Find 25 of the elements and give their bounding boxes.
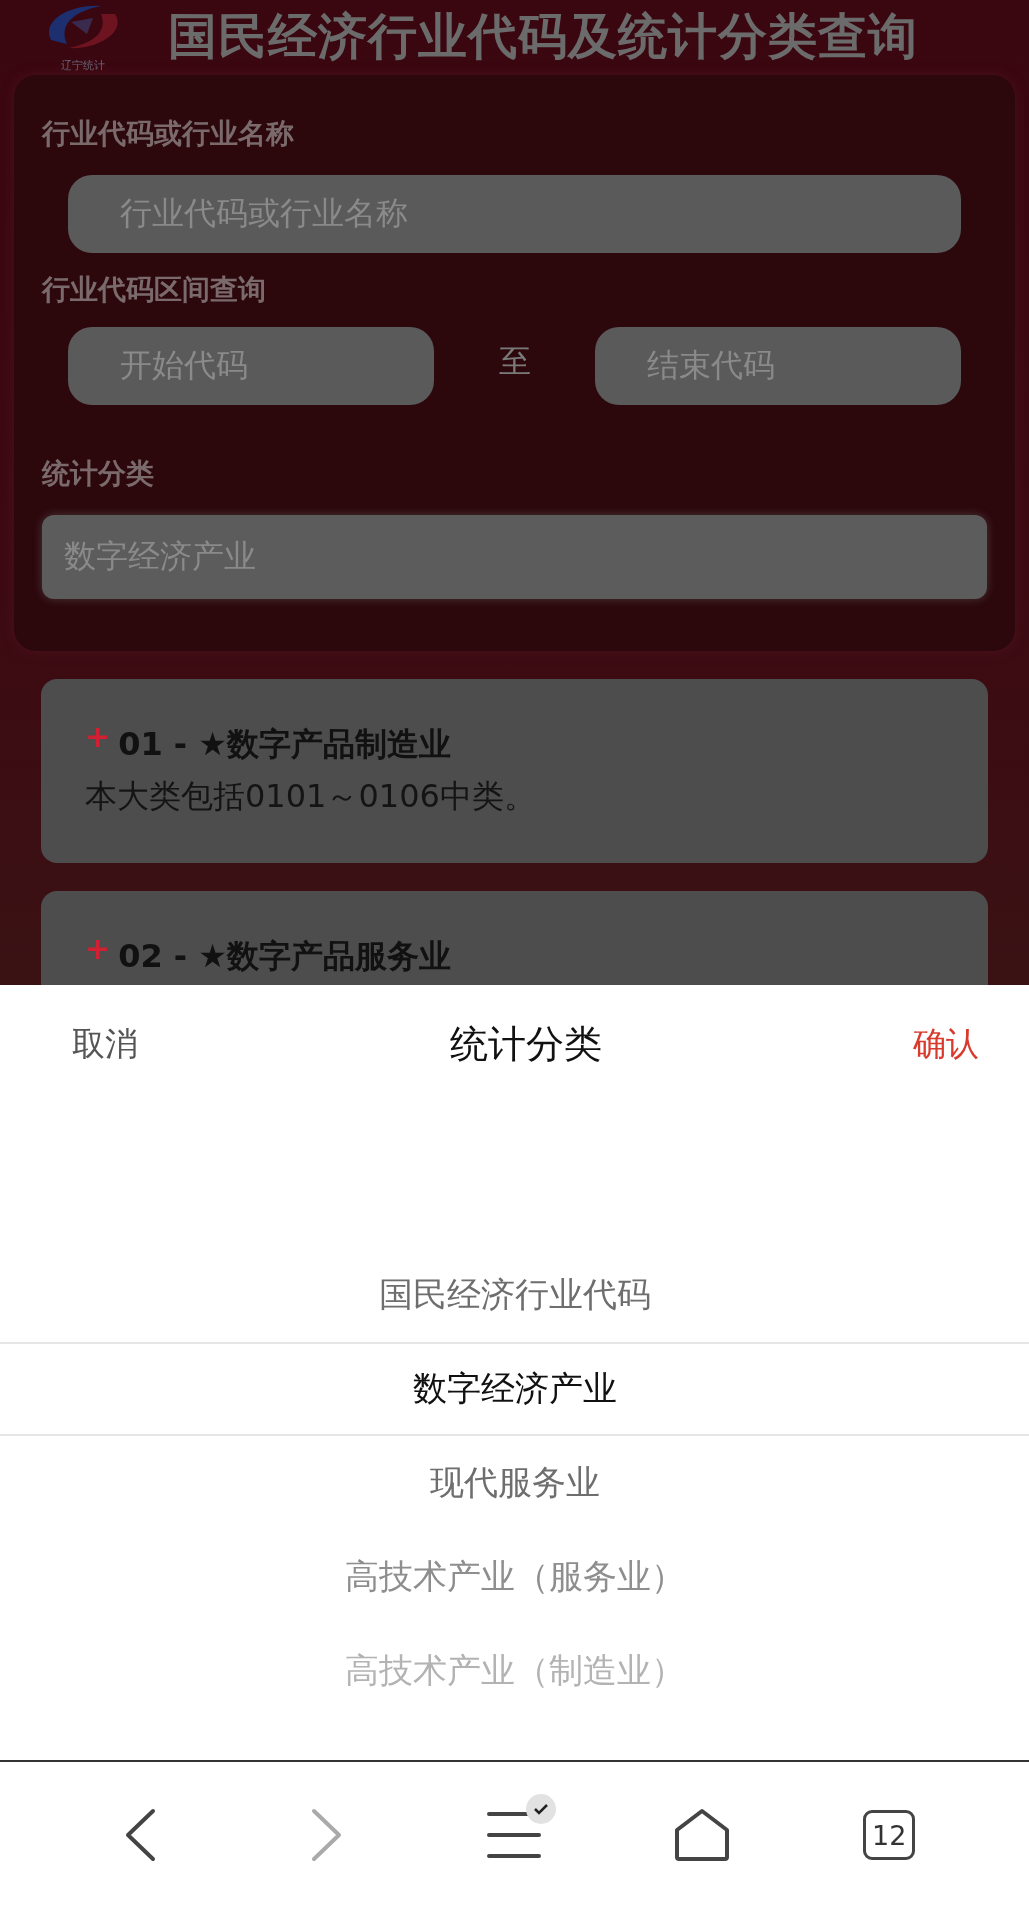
logo-text: 辽宁统计 xyxy=(61,58,105,73)
picker-option[interactable]: 高技术产业（服务业） xyxy=(0,1529,1029,1624)
field-label: 行业代码区间查询 xyxy=(42,272,267,308)
picker-option[interactable]: 国民经济行业代码 xyxy=(0,1247,1029,1342)
expand-symbol[interactable]: + xyxy=(85,723,111,751)
card-title: 02 - ★数字产品服务业 xyxy=(118,936,451,977)
menu-icon[interactable] xyxy=(487,1810,542,1860)
card-title: 01 - ★数字产品制造业 xyxy=(118,724,451,765)
field-label: 统计分类 xyxy=(42,456,155,492)
picker-title: 统计分类 xyxy=(449,1020,602,1068)
picker-option[interactable]: 高技术产业（制造业） xyxy=(0,1623,1029,1718)
field-label: 行业代码或行业名称 xyxy=(42,116,295,152)
range-separator: 至 xyxy=(497,341,532,382)
picker-option[interactable]: 数字经济产业 xyxy=(0,1341,1029,1436)
tab-count-button[interactable]: 12 xyxy=(863,1810,916,1860)
expand-symbol[interactable]: + xyxy=(85,935,111,963)
picker-option[interactable]: 现代服务业 xyxy=(0,1435,1029,1530)
check-icon xyxy=(533,1803,550,1815)
result-card[interactable]: + 02 - ★数字产品服务业 xyxy=(41,891,988,985)
cancel-button[interactable]: 取消 xyxy=(72,1021,138,1067)
home-icon[interactable] xyxy=(672,1808,731,1862)
confirm-button[interactable]: 确认 xyxy=(913,1021,979,1067)
card-description: 本大类包括0101～0106中类。 xyxy=(85,776,537,817)
result-card[interactable]: + 01 - ★数字产品制造业 本大类包括0101～0106中类。 xyxy=(41,679,988,863)
page-title: 国民经济行业代码及统计分类查询 xyxy=(168,6,918,67)
